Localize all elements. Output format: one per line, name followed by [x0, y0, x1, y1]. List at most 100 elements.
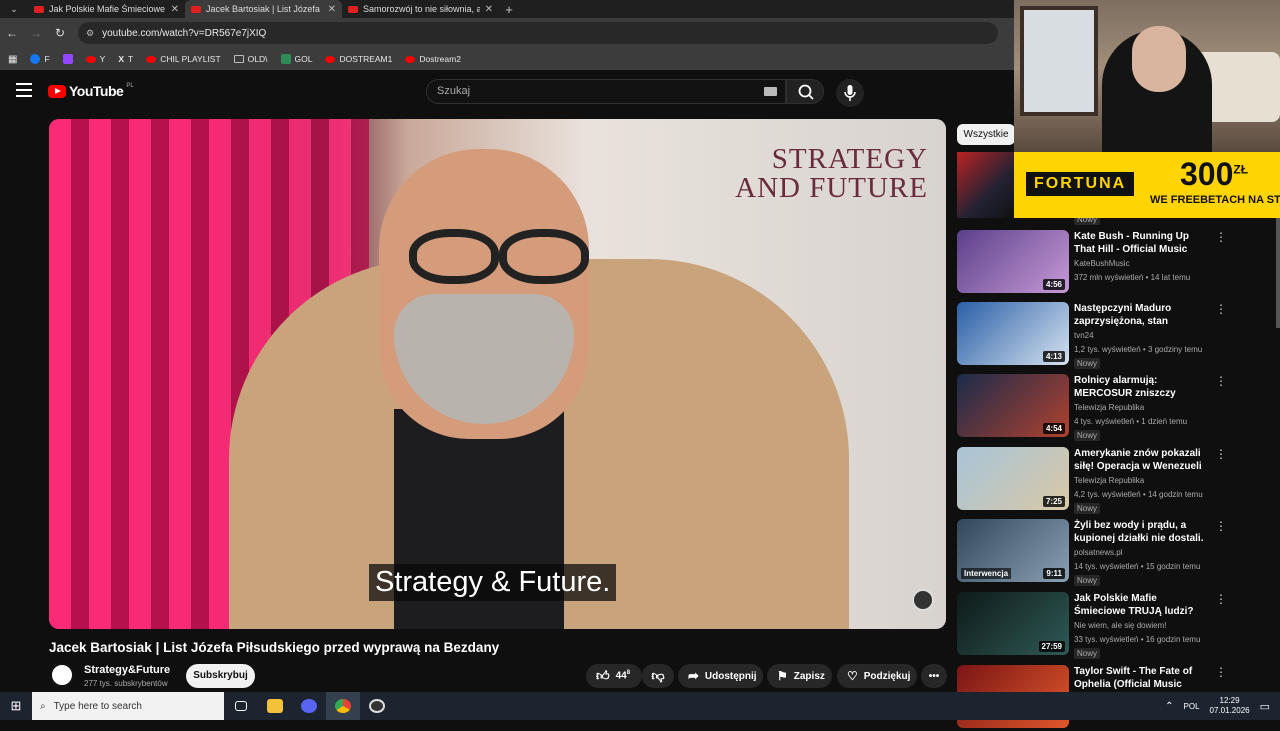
bookmark-label: DOSTREAM1 — [339, 54, 393, 64]
video-title[interactable]: Jak Polskie Mafie Śmieciowe TRUJĄ ludzi?… — [1074, 592, 1210, 619]
channel-watermark-icon[interactable] — [912, 589, 934, 611]
reload-icon[interactable]: ↻ — [48, 26, 72, 40]
close-tab-icon[interactable]: ✕ — [485, 4, 493, 15]
sponsor-tagline: WE FREEBETACH NA START — [1150, 194, 1280, 206]
thumbs-up-icon: 👍︎ — [596, 668, 610, 683]
more-actions-button[interactable]: ••• — [921, 664, 947, 688]
more-vertical-icon[interactable]: ⋮ — [1215, 665, 1227, 679]
more-vertical-icon[interactable]: ⋮ — [1215, 302, 1227, 316]
more-vertical-icon[interactable]: ⋮ — [1215, 519, 1227, 533]
notifications-icon[interactable]: ▭ — [1260, 700, 1270, 713]
more-vertical-icon[interactable]: ⋮ — [1215, 447, 1227, 461]
site-info-icon[interactable]: ⚙ — [86, 28, 94, 39]
search-button[interactable] — [786, 79, 824, 104]
system-clock[interactable]: 12:29 07.01.2026 — [1210, 696, 1250, 716]
youtube-icon — [146, 55, 157, 63]
taskbar-search-box[interactable]: ⌕ Type here to search — [32, 692, 224, 720]
channel-name[interactable]: Telewizja Republika — [1074, 403, 1144, 412]
share-button[interactable]: ➦ Udostępnij — [678, 664, 763, 688]
tab-search-chevron-icon[interactable]: ⌄ — [0, 0, 28, 18]
tray-chevron-up-icon[interactable]: ⌃ — [1165, 701, 1173, 712]
close-tab-icon[interactable]: ✕ — [328, 4, 336, 15]
youtube-logo[interactable]: YouTube PL — [48, 83, 134, 99]
video-title[interactable]: Amerykanie znów pokazali siłę! Operacja … — [1074, 447, 1210, 473]
video-thumbnail[interactable]: Interwencja 9:11 — [957, 519, 1069, 582]
channel-name[interactable]: Strategy&Future — [84, 664, 170, 676]
apps-grid-icon[interactable]: ▦ — [8, 54, 17, 65]
bookmark-item[interactable]: Dostream2 — [405, 54, 461, 64]
channel-name[interactable]: Telewizja Republika — [1074, 476, 1144, 485]
tab-title: Jacek Bartosiak | List Józefa Piłs — [206, 4, 323, 14]
youtube-play-icon — [48, 84, 66, 98]
new-badge: Nowy — [1074, 358, 1101, 369]
filter-chip-all[interactable]: Wszystkie — [957, 124, 1015, 145]
video-thumbnail[interactable]: 4:56 — [957, 230, 1069, 293]
address-bar[interactable]: ⚙ youtube.com/watch?v=DR567e7jXIQ — [78, 22, 998, 44]
video-title[interactable]: Taylor Swift - The Fate of Ophelia (Offi… — [1074, 665, 1210, 692]
recommended-video[interactable]: 4:54 Rolnicy alarmują: MERCOSUR zniszczy … — [957, 374, 1277, 441]
video-thumbnail[interactable]: 4:54 — [957, 374, 1069, 437]
like-button[interactable]: 👍︎ 448 — [586, 664, 642, 688]
bookmark-item[interactable]: CHIL PLAYLIST — [146, 54, 221, 64]
thanks-button[interactable]: ♡ Podziękuj — [837, 664, 917, 688]
browser-tab-active[interactable]: Jacek Bartosiak | List Józefa Piłs ✕ — [185, 0, 342, 18]
video-title[interactable]: Kate Bush - Running Up That Hill - Offic… — [1074, 230, 1210, 257]
more-vertical-icon[interactable]: ⋮ — [1215, 230, 1227, 244]
youtube-icon — [325, 55, 336, 63]
more-vertical-icon[interactable]: ⋮ — [1215, 592, 1227, 606]
bookmark-item[interactable]: DOSTREAM1 — [325, 54, 392, 64]
bookmark-item[interactable] — [62, 54, 73, 64]
channel-avatar[interactable] — [49, 662, 75, 688]
bookmark-item[interactable]: XT — [118, 54, 133, 64]
video-thumbnail[interactable]: 7:25 — [957, 447, 1069, 510]
folder-icon — [233, 55, 244, 63]
more-vertical-icon[interactable]: ⋮ — [1215, 374, 1227, 388]
recommended-video[interactable]: Interwencja 9:11 Żyli bez wody i prądu, a … — [957, 519, 1277, 586]
bookmark-icon: ⚑ — [777, 669, 788, 683]
dislike-button[interactable]: 👎︎ — [642, 664, 674, 688]
chrome-icon[interactable] — [326, 692, 360, 720]
keyboard-icon[interactable] — [764, 87, 777, 96]
task-view-icon[interactable] — [224, 692, 258, 720]
save-button[interactable]: ⚑ Zapisz — [767, 664, 832, 688]
browser-tab[interactable]: Samorozwój to nie siłownia, a w ✕ — [342, 0, 499, 18]
voice-search-button[interactable] — [836, 79, 864, 107]
video-player[interactable]: STRATEGY AND FUTURE Strategy & Future. — [49, 119, 946, 629]
recommended-video[interactable]: 7:25 Amerykanie znów pokazali siłę! Opera… — [957, 447, 1277, 514]
recommended-video[interactable]: 4:56 Kate Bush - Running Up That Hill - O… — [957, 230, 1277, 296]
x-icon: X — [118, 54, 124, 64]
webcam-window-background — [1020, 6, 1098, 116]
recommended-video[interactable]: 27:59 Jak Polskie Mafie Śmieciowe TRUJĄ l… — [957, 592, 1277, 659]
bookmark-item[interactable]: Y — [85, 54, 105, 64]
discord-icon[interactable] — [292, 692, 326, 720]
channel-name[interactable]: tvn24 — [1074, 331, 1094, 340]
channel-name[interactable]: polsatnews.pl — [1074, 548, 1122, 557]
subscribe-button[interactable]: Subskrybuj — [186, 664, 255, 688]
recommended-thumbnail[interactable] — [957, 152, 1014, 218]
close-tab-icon[interactable]: ✕ — [171, 4, 179, 15]
channel-name[interactable]: Nie wiem, ale się dowiem! — [1074, 621, 1166, 630]
search-input[interactable]: Szukaj — [426, 79, 786, 104]
video-title[interactable]: Żyli bez wody i prądu, a kupionej działk… — [1074, 519, 1210, 546]
new-badge: Nowy — [1074, 430, 1101, 441]
browser-tab[interactable]: Jak Polskie Mafie Śmieciowe TR ✕ — [28, 0, 185, 18]
new-tab-plus-icon[interactable]: + — [499, 2, 519, 17]
menu-icon[interactable] — [16, 83, 32, 97]
bookmark-item[interactable]: GOL — [280, 54, 312, 64]
video-title[interactable]: Następczyni Maduro zaprzysiężona, stan w… — [1074, 302, 1210, 329]
video-title[interactable]: Rolnicy alarmują: MERCOSUR zniszczy loka… — [1074, 374, 1210, 401]
file-explorer-icon[interactable] — [258, 692, 292, 720]
language-indicator[interactable]: POL — [1184, 702, 1200, 711]
bookmark-item[interactable]: F — [30, 54, 50, 64]
video-thumbnail[interactable]: 4:13 — [957, 302, 1069, 365]
windows-start-icon[interactable]: ⊞ — [0, 698, 32, 714]
facebook-icon — [30, 54, 41, 64]
bookmark-item[interactable]: OLD\ — [233, 54, 268, 64]
sponsor-amount: 300ZŁ — [1180, 156, 1249, 192]
obs-icon[interactable] — [360, 692, 394, 720]
back-arrow-icon[interactable]: ← — [0, 26, 24, 40]
forward-arrow-icon[interactable]: → — [24, 26, 48, 40]
channel-name[interactable]: KateBushMusic — [1074, 259, 1130, 268]
recommended-video[interactable]: 4:13 Następczyni Maduro zaprzysiężona, st… — [957, 302, 1277, 369]
video-thumbnail[interactable]: 27:59 — [957, 592, 1069, 655]
